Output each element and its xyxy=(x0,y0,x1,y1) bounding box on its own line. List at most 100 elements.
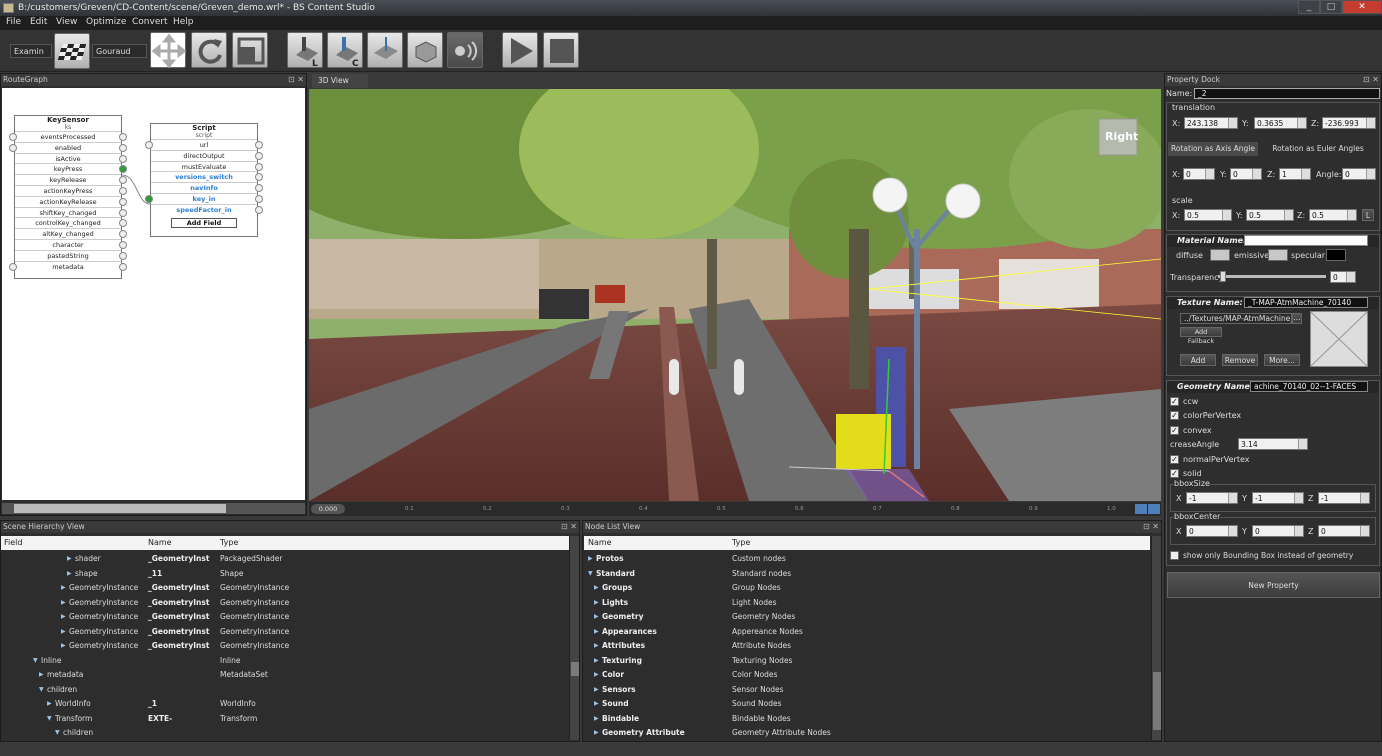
col-field[interactable]: Field xyxy=(4,536,22,550)
tree-row[interactable]: ▶ GeometryInstance _GeometryInst GeometryIn… xyxy=(1,625,569,639)
bboxsize-x-field[interactable]: -1 xyxy=(1186,492,1238,504)
output-port-icon[interactable] xyxy=(119,143,127,152)
expand-arrow-icon[interactable]: ▶ xyxy=(39,668,44,682)
expand-arrow-icon[interactable]: ▶ xyxy=(61,639,66,653)
tree-row[interactable]: ▶ GeometryInstance _GeometryInst GeometryIn… xyxy=(1,596,569,610)
translation-y-field[interactable]: 0.3635 xyxy=(1254,117,1307,129)
timeline-next-icon[interactable] xyxy=(1148,504,1160,514)
bbox-only-checkbox[interactable] xyxy=(1170,551,1179,560)
keysensor-field[interactable]: keyRelease xyxy=(15,174,127,185)
colorpervertex-checkbox[interactable]: ✓ xyxy=(1170,411,1179,420)
menu-file[interactable]: File xyxy=(6,17,21,27)
expand-arrow-icon[interactable]: ▼ xyxy=(588,567,593,581)
rotation-x-field[interactable]: 0 xyxy=(1183,168,1215,180)
scale-icon[interactable] xyxy=(232,32,268,68)
input-port-icon[interactable] xyxy=(145,194,153,203)
bboxcenter-x-field[interactable]: 0 xyxy=(1186,525,1238,537)
expand-arrow-icon[interactable]: ▼ xyxy=(47,712,52,726)
geometry-name-field[interactable]: achine_70140_02--1-FACES xyxy=(1250,381,1368,392)
plane-object-icon[interactable] xyxy=(367,32,403,68)
script-field[interactable]: mustEvaluate xyxy=(151,160,263,172)
texture-add-button[interactable]: Add xyxy=(1180,354,1216,366)
keysensor-field[interactable]: pastedString xyxy=(15,249,127,261)
bboxcenter-y-field[interactable]: 0 xyxy=(1252,525,1304,537)
expand-arrow-icon[interactable]: ▶ xyxy=(61,596,66,610)
angle-field[interactable]: 0 xyxy=(1342,168,1376,180)
sound-object-icon[interactable] xyxy=(447,32,483,68)
tree-row[interactable]: ▶ GeometryInstance _GeometryInst GeometryIn… xyxy=(1,639,569,653)
scroll-thumb[interactable] xyxy=(571,662,579,676)
script-field[interactable]: navInfo xyxy=(151,182,263,193)
tree-row[interactable]: ▶ GeometryInstance _GeometryInst GeometryIn… xyxy=(1,610,569,624)
output-port-icon[interactable] xyxy=(255,141,263,149)
node-category-row[interactable]: ▼ Standard Standard nodes xyxy=(584,567,1150,581)
script-field[interactable]: speedFactor_in xyxy=(151,203,263,215)
expand-arrow-icon[interactable]: ▶ xyxy=(594,581,599,595)
expand-arrow-icon[interactable]: ▶ xyxy=(594,610,599,624)
col-type[interactable]: Type xyxy=(732,536,750,550)
node-category-row[interactable]: ▶ Texturing Texturing Nodes xyxy=(584,654,1150,668)
emissive-swatch[interactable] xyxy=(1268,249,1288,261)
expand-arrow-icon[interactable]: ▶ xyxy=(61,625,66,639)
texture-url-field[interactable]: ../Textures/MAP-AtmMachine_7 xyxy=(1180,313,1292,324)
texture-remove-button[interactable]: Remove xyxy=(1222,354,1258,366)
name-field[interactable]: _2 xyxy=(1194,88,1380,99)
scale-z-field[interactable]: 0.5 xyxy=(1309,209,1357,221)
tree-row[interactable]: ▶ GeometryInstance _GeometryInst GeometryIn… xyxy=(1,581,569,595)
scroll-thumb[interactable] xyxy=(14,504,226,513)
expand-arrow-icon[interactable]: ▶ xyxy=(594,726,599,740)
node-list-vscroll[interactable] xyxy=(1151,536,1161,740)
texture-name-field[interactable]: _T-MAP-AtmMachine_70140 xyxy=(1244,297,1368,308)
nav-mode-select[interactable]: Examin xyxy=(10,44,52,58)
output-port-icon[interactable] xyxy=(119,240,127,249)
menu-convert[interactable]: Convert xyxy=(132,17,168,27)
expand-arrow-icon[interactable]: ▶ xyxy=(594,654,599,668)
add-fallback-button[interactable]: Add Fallback xyxy=(1180,327,1222,345)
expand-arrow-icon[interactable]: ▶ xyxy=(594,683,599,697)
input-port-icon[interactable] xyxy=(9,143,17,152)
tree-row[interactable]: ▶ metadata MetadataSet xyxy=(1,668,569,682)
input-port-icon[interactable] xyxy=(9,133,17,141)
slider-handle[interactable] xyxy=(1220,271,1227,282)
minimize-button[interactable]: _ xyxy=(1298,0,1320,14)
keysensor-field[interactable]: actionKeyPress xyxy=(15,184,127,196)
expand-arrow-icon[interactable]: ▶ xyxy=(594,668,599,682)
col-name[interactable]: Name xyxy=(148,536,172,550)
menu-optimize[interactable]: Optimize xyxy=(86,17,126,27)
material-name-field[interactable] xyxy=(1244,235,1368,246)
expand-arrow-icon[interactable]: ▶ xyxy=(594,596,599,610)
new-property-button[interactable]: New Property xyxy=(1167,572,1380,598)
scale-lock-button[interactable]: L xyxy=(1362,209,1374,221)
translation-x-field[interactable]: 243.138 xyxy=(1184,117,1238,129)
panel-float-close-icon[interactable]: ⊡ ✕ xyxy=(1363,74,1379,85)
play-icon[interactable] xyxy=(502,32,538,68)
creaseangle-field[interactable]: 3.14 xyxy=(1238,438,1308,450)
solid-checkbox[interactable]: ✓ xyxy=(1170,469,1179,478)
checker-texture-icon[interactable] xyxy=(54,33,90,69)
expand-arrow-icon[interactable]: ▶ xyxy=(594,697,599,711)
col-type[interactable]: Type xyxy=(220,536,238,550)
bboxsize-y-field[interactable]: -1 xyxy=(1252,492,1304,504)
ccw-checkbox[interactable]: ✓ xyxy=(1170,397,1179,406)
output-port-icon[interactable] xyxy=(119,186,127,195)
expand-arrow-icon[interactable]: ▶ xyxy=(588,552,593,566)
rotation-y-field[interactable]: 0 xyxy=(1230,168,1262,180)
output-port-icon[interactable] xyxy=(255,194,263,203)
tree-row[interactable]: ▶ shader _GeometryInst PackagedShader xyxy=(1,552,569,566)
box-object-icon[interactable] xyxy=(407,32,443,68)
texture-more-button[interactable]: More... xyxy=(1264,354,1300,366)
keysensor-node[interactable]: KeySensor ks eventsProcessed enabled isAct… xyxy=(9,115,127,279)
tree-row[interactable]: ▶ WorldInfo _1 WorldInfo xyxy=(1,697,569,711)
convex-checkbox[interactable]: ✓ xyxy=(1170,426,1179,435)
texture-browse-button[interactable]: ... xyxy=(1292,313,1302,324)
bboxsize-z-field[interactable]: -1 xyxy=(1318,492,1370,504)
menu-help[interactable]: Help xyxy=(173,17,194,27)
tree-row[interactable]: ▼ Transform EXTE- Transform xyxy=(1,712,569,726)
nav-cube[interactable]: Right xyxy=(1105,130,1138,143)
transparency-slider[interactable] xyxy=(1218,271,1326,282)
node-category-row[interactable]: ▶ Sound Sound Nodes xyxy=(584,697,1150,711)
panel-float-close-icon[interactable]: ⊡ ✕ xyxy=(288,74,304,85)
output-port-icon[interactable] xyxy=(119,154,127,163)
keysensor-field[interactable]: character xyxy=(15,238,127,250)
keysensor-field[interactable]: controlKey_changed xyxy=(15,217,127,228)
